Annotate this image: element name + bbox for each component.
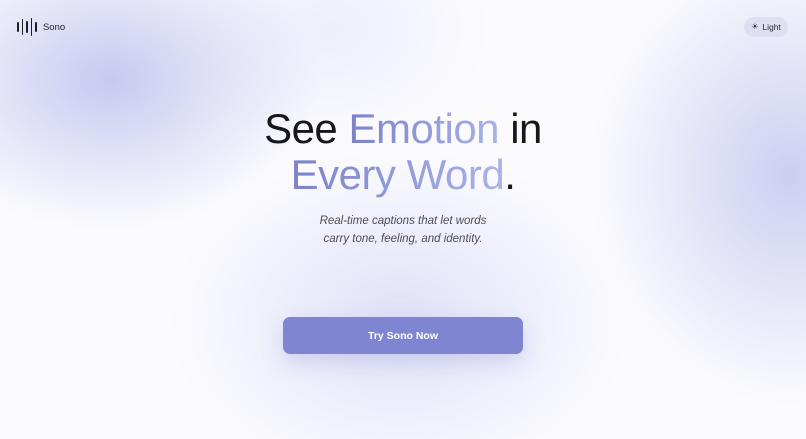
soundwave-bars-icon bbox=[17, 18, 37, 36]
theme-toggle-label: Light bbox=[762, 22, 781, 32]
headline-word-see: See bbox=[264, 105, 338, 152]
headline-word-in: in bbox=[510, 105, 542, 152]
headline-period: . bbox=[504, 151, 516, 198]
headline-highlight-every-word: Every Word bbox=[290, 151, 505, 198]
theme-toggle-button[interactable]: ☀ Light bbox=[744, 17, 788, 37]
sun-icon: ☀ bbox=[751, 22, 759, 31]
brand-name: Sono bbox=[42, 21, 66, 33]
brand-logo[interactable]: Sono bbox=[17, 18, 65, 36]
hero-headline: See Emotion in Every Word. bbox=[0, 106, 806, 198]
try-sono-button[interactable]: Try Sono Now bbox=[283, 317, 523, 354]
subtitle-line-1: Real-time captions that let words bbox=[319, 215, 487, 227]
subtitle-line-2: carry tone, feeling, and identity. bbox=[323, 233, 483, 245]
hero-subtitle: Real-time captions that let words carry … bbox=[0, 212, 806, 248]
headline-highlight-emotion: Emotion bbox=[348, 105, 500, 152]
